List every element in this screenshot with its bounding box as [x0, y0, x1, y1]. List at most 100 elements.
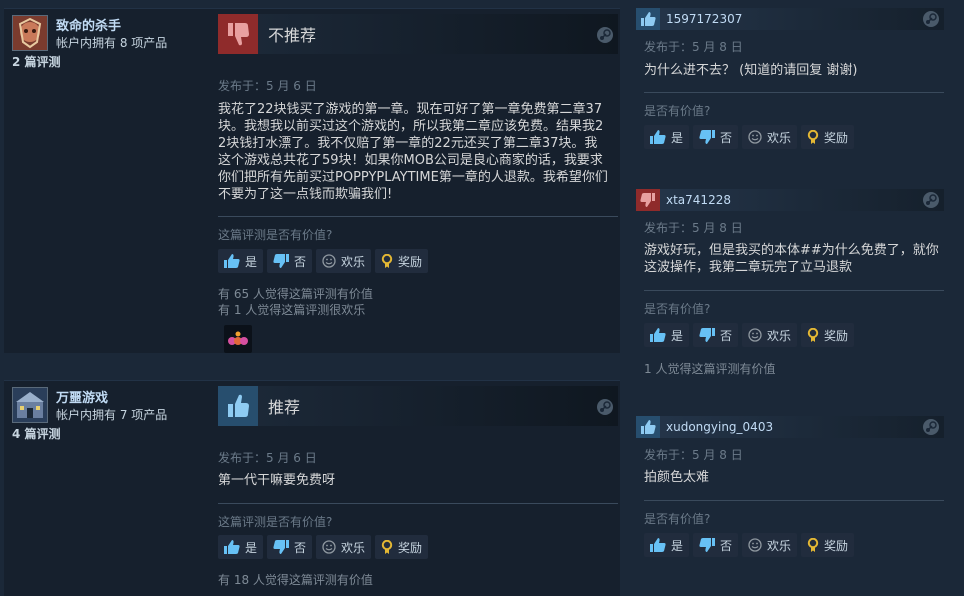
vote-buttons: 是 否 欢乐 奖励	[644, 323, 855, 347]
vote-yes-label: 是	[671, 130, 684, 145]
comment-username[interactable]: 1597172307	[666, 12, 742, 26]
review-card: 万噩游戏 帐户内拥有 7 项产品 4 篇评测 推荐 发布于：5 月 6 日 第一…	[4, 380, 620, 596]
steam-icon	[596, 26, 614, 44]
comment-text: 拍颜色太难	[644, 470, 710, 485]
smiley-icon	[748, 538, 762, 552]
review-body: 推荐 发布于：5 月 6 日 第一代干嘛要免费呀 这篇评测是否有价值? 是 否 …	[218, 386, 618, 587]
award-label: 奖励	[398, 254, 423, 269]
vote-buttons: 是 否 欢乐 奖励	[218, 249, 429, 273]
helpful-question: 是否有价值?	[644, 512, 711, 526]
smiley-icon	[748, 130, 762, 144]
vote-funny-button[interactable]: 欢乐	[316, 535, 372, 559]
comment-header: 1597172307	[636, 8, 944, 30]
comment-card: 1597172307 发布于：5 月 8 日 为什么进不去？ (知道的请回复 谢…	[636, 8, 944, 168]
vote-no-button[interactable]: 否	[693, 533, 739, 557]
award-button[interactable]: 奖励	[375, 535, 429, 559]
vote-no-button[interactable]: 否	[693, 323, 739, 347]
thumbs-up-icon	[650, 328, 666, 342]
award-button[interactable]: 奖励	[801, 533, 855, 557]
smiley-icon	[322, 254, 336, 268]
review-body: 不推荐 发布于：5 月 6 日 我花了22块钱买了游戏的第一章。现在可好了第一章…	[218, 14, 618, 353]
vote-no-button[interactable]: 否	[267, 249, 313, 273]
divider	[4, 380, 620, 381]
divider	[218, 503, 618, 504]
award-label: 奖励	[824, 538, 849, 553]
vote-no-label: 否	[720, 538, 733, 553]
avatar[interactable]	[12, 387, 48, 423]
author-name[interactable]: 万噩游戏	[56, 387, 108, 406]
posted-date: 发布于：5 月 8 日	[644, 40, 743, 54]
author-name[interactable]: 致命的杀手	[56, 15, 121, 34]
author-products[interactable]: 帐户内拥有 7 项产品	[56, 406, 167, 423]
vote-yes-label: 是	[245, 540, 258, 555]
vote-no-label: 否	[294, 254, 307, 269]
vote-yes-button[interactable]: 是	[644, 533, 690, 557]
vote-buttons: 是 否 欢乐 奖励	[644, 125, 855, 149]
divider	[644, 290, 944, 291]
thumbs-down-icon	[699, 538, 716, 552]
thumbs-down-icon	[218, 14, 258, 54]
vote-yes-button[interactable]: 是	[644, 323, 690, 347]
thumbs-down-icon	[699, 328, 716, 342]
comment-username[interactable]: xudongying_0403	[666, 420, 773, 434]
vote-header: 推荐	[218, 386, 618, 426]
thumbs-down-icon	[636, 189, 660, 211]
received-award-icon[interactable]	[224, 325, 252, 353]
vote-yes-button[interactable]: 是	[218, 249, 264, 273]
avatar[interactable]	[12, 15, 48, 51]
vote-yes-label: 是	[671, 328, 684, 343]
comment-text: 为什么进不去？ (知道的请回复 谢谢)	[644, 63, 858, 78]
vote-funny-button[interactable]: 欢乐	[742, 533, 798, 557]
author-products[interactable]: 帐户内拥有 8 项产品	[56, 34, 167, 51]
vote-no-button[interactable]: 否	[693, 125, 739, 149]
posted-date: 发布于：5 月 6 日	[218, 79, 317, 93]
vote-yes-label: 是	[245, 254, 258, 269]
posted-date: 发布于：5 月 6 日	[218, 451, 317, 465]
award-button[interactable]: 奖励	[801, 125, 855, 149]
vote-buttons: 是 否 欢乐 奖励	[644, 533, 855, 557]
vote-funny-button[interactable]: 欢乐	[742, 323, 798, 347]
vote-yes-button[interactable]: 是	[218, 535, 264, 559]
thumbs-down-icon	[273, 254, 290, 268]
steam-icon	[922, 191, 940, 209]
vote-funny-button[interactable]: 欢乐	[316, 249, 372, 273]
award-icon	[807, 129, 819, 144]
helpful-question: 是否有价值?	[644, 302, 711, 316]
comment-username[interactable]: xta741228	[666, 193, 731, 207]
posted-date: 发布于：5 月 8 日	[644, 221, 743, 235]
vote-no-button[interactable]: 否	[267, 535, 313, 559]
posted-date: 发布于：5 月 8 日	[644, 448, 743, 462]
vote-funny-label: 欢乐	[341, 254, 366, 269]
award-icon	[381, 253, 393, 268]
award-label: 奖励	[398, 540, 423, 555]
author-review-count[interactable]: 2 篇评测	[12, 53, 61, 70]
vote-title[interactable]: 不推荐	[268, 22, 316, 46]
vote-no-label: 否	[720, 328, 733, 343]
vote-yes-label: 是	[671, 538, 684, 553]
vote-funny-button[interactable]: 欢乐	[742, 125, 798, 149]
divider	[644, 92, 944, 93]
comment-header: xudongying_0403	[636, 416, 944, 438]
comment-header: xta741228	[636, 189, 944, 211]
vote-yes-button[interactable]: 是	[644, 125, 690, 149]
award-button[interactable]: 奖励	[375, 249, 429, 273]
helpful-question: 这篇评测是否有价值?	[218, 515, 333, 529]
thumbs-up-icon	[224, 540, 240, 554]
award-button[interactable]: 奖励	[801, 323, 855, 347]
author-review-count[interactable]: 4 篇评测	[12, 425, 61, 442]
steam-icon	[922, 418, 940, 436]
helpful-question: 这篇评测是否有价值?	[218, 228, 333, 242]
funny-stat: 有 1 人觉得这篇评测很欢乐	[218, 303, 366, 317]
vote-funny-label: 欢乐	[767, 130, 792, 145]
award-icon	[381, 539, 393, 554]
comment-card: xta741228 发布于：5 月 8 日 游戏好玩，但是我买的本体##为什么免…	[636, 189, 944, 387]
vote-funny-label: 欢乐	[767, 328, 792, 343]
helpful-stat: 有 65 人觉得这篇评测有价值	[218, 287, 373, 301]
vote-title[interactable]: 推荐	[268, 394, 300, 418]
vote-no-label: 否	[294, 540, 307, 555]
award-label: 奖励	[824, 130, 849, 145]
thumbs-up-icon	[218, 386, 258, 426]
vote-funny-label: 欢乐	[341, 540, 366, 555]
steam-icon	[596, 398, 614, 416]
vote-header: 不推荐	[218, 14, 618, 54]
